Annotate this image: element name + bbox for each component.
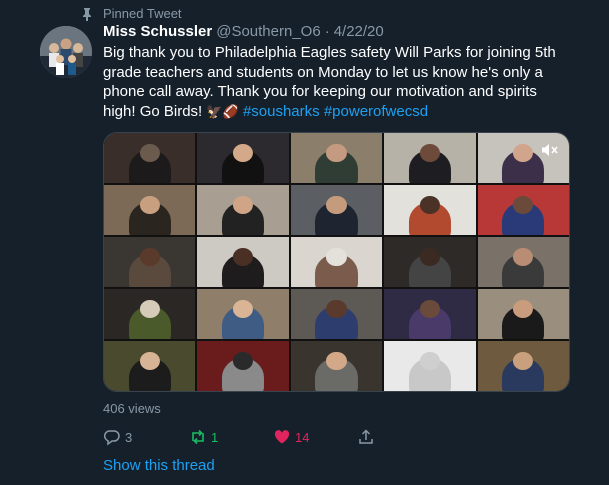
video-tile <box>197 185 289 235</box>
video-tile <box>197 237 289 287</box>
video-tile <box>197 133 289 183</box>
video-tile <box>290 289 383 339</box>
retweet-button[interactable]: 1 <box>189 428 273 446</box>
video-tile <box>384 341 476 391</box>
separator-dot: · <box>324 23 330 40</box>
video-tile <box>477 237 569 287</box>
show-thread-link[interactable]: Show this thread <box>103 457 215 474</box>
reply-icon <box>103 430 120 446</box>
share-icon <box>359 429 373 444</box>
video-tile <box>104 341 196 391</box>
video-tile <box>290 133 383 183</box>
video-media[interactable] <box>103 132 570 392</box>
video-tile <box>290 341 383 391</box>
tweet-header: Miss Schussler @Southern_O6 · 4/22/20 <box>103 23 384 40</box>
view-count: 406 views <box>103 401 161 416</box>
video-tile <box>384 185 476 235</box>
author-handle[interactable]: @Southern_O6 <box>216 23 320 40</box>
video-tile <box>384 289 476 339</box>
tweet-actions: 3 1 14 <box>103 428 375 446</box>
video-tile <box>197 289 289 339</box>
share-button[interactable] <box>357 428 375 446</box>
eagle-football-emoji: 🦅🏈 <box>206 103 239 119</box>
author-name[interactable]: Miss Schussler <box>103 23 212 40</box>
video-tile <box>290 237 383 287</box>
hashtag-sousharks[interactable]: #sousharks <box>243 103 320 120</box>
video-tile <box>477 133 569 183</box>
volume-mute-icon[interactable] <box>541 143 559 157</box>
like-count: 14 <box>295 429 310 445</box>
tweet-text-line: Big thank you to Philadelphia Eagles saf… <box>103 44 556 61</box>
retweet-count: 1 <box>211 429 219 445</box>
pin-icon <box>83 7 91 21</box>
video-tile <box>290 185 383 235</box>
heart-icon <box>274 430 290 444</box>
video-tile <box>197 341 289 391</box>
video-tile <box>384 237 476 287</box>
video-tile <box>477 289 569 339</box>
tweet-date[interactable]: 4/22/20 <box>334 23 384 40</box>
pinned-text: Pinned Tweet <box>103 6 182 21</box>
reply-count: 3 <box>125 429 133 445</box>
tweet-text-last-line: high! Go Birds! 🦅🏈 #sousharks #powerofwe… <box>103 102 573 122</box>
video-tile <box>104 237 196 287</box>
tweet-text-line: grade teachers and students on Monday to… <box>103 63 543 81</box>
pinned-tweet-label: Pinned Tweet <box>81 6 182 21</box>
video-tile <box>477 341 569 391</box>
avatar[interactable] <box>40 26 92 78</box>
avatar-image <box>40 26 92 78</box>
like-button[interactable]: 14 <box>273 428 357 446</box>
tweet-text: Big thank you to Philadelphia Eagles saf… <box>103 43 573 121</box>
video-tile <box>104 133 196 183</box>
tweet-text-line: phone call away. Thank you for keeping o… <box>103 83 537 100</box>
video-tile <box>477 185 569 235</box>
video-tile <box>104 185 196 235</box>
retweet-icon <box>192 429 204 445</box>
video-tile <box>104 289 196 339</box>
reply-button[interactable]: 3 <box>103 428 189 446</box>
hashtag-powerofwecsd[interactable]: #powerofwecsd <box>324 103 428 120</box>
video-tile <box>384 133 476 183</box>
tweet-text-line: high! Go Birds! <box>103 102 203 120</box>
